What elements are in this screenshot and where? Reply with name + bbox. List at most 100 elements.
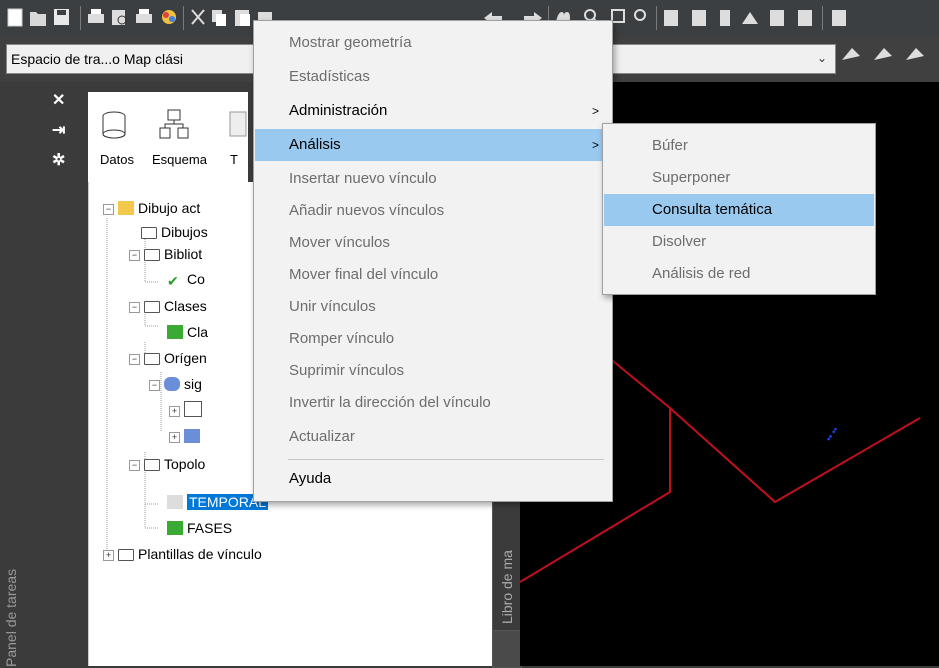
- topology-icon: [167, 495, 183, 509]
- menu-label: Ayuda: [289, 470, 332, 487]
- tree-item-fases[interactable]: FASES: [167, 518, 232, 538]
- preview-icon[interactable]: [112, 10, 127, 25]
- collapse-icon[interactable]: −: [129, 250, 140, 261]
- tab-datos[interactable]: Datos: [100, 152, 134, 167]
- publish-icon[interactable]: [136, 9, 152, 23]
- tree-item-origen[interactable]: − Orígen: [129, 348, 207, 368]
- menu-item-unir-vinculos[interactable]: Unir vínculos: [255, 291, 611, 323]
- print-icon[interactable]: [88, 9, 104, 23]
- tree-item-label: Cla: [187, 324, 209, 340]
- menu-item-estadisticas[interactable]: Estadísticas: [255, 61, 611, 93]
- map-book-tab[interactable]: Libro de ma: [492, 495, 522, 632]
- cut-icon[interactable]: [191, 9, 205, 25]
- paste-icon[interactable]: [235, 10, 250, 26]
- menu-label: Actualizar: [289, 428, 355, 445]
- tree-item-label: Clases: [164, 298, 207, 314]
- tree-item-topolo[interactable]: − Topolo: [129, 454, 205, 474]
- submenu-item-consulta-tematica[interactable]: Consulta temática: [604, 194, 874, 226]
- zoom-window-icon[interactable]: [611, 9, 625, 23]
- menu-item-mover-final[interactable]: Mover final del vínculo: [255, 259, 611, 291]
- submenu-item-analisis-red[interactable]: Análisis de red: [604, 258, 874, 290]
- zoom-previous-icon[interactable]: [634, 9, 646, 21]
- help-icon[interactable]: [832, 10, 846, 26]
- tab-partial[interactable]: T: [230, 152, 238, 167]
- schema-icon: [159, 109, 189, 139]
- submenu-arrow-icon: >: [591, 104, 599, 118]
- new-icon[interactable]: [7, 8, 23, 27]
- tree-root-label: Dibujo act: [138, 200, 201, 216]
- menu-item-ayuda[interactable]: Ayuda: [255, 463, 611, 495]
- tab-icon-partial: [229, 111, 247, 137]
- menu-label: Consulta temática: [652, 201, 773, 218]
- menu-item-anadir-vinculos[interactable]: Añadir nuevos vínculos: [255, 195, 611, 227]
- menu-label: Superponer: [652, 169, 731, 186]
- collapse-icon[interactable]: −: [149, 380, 160, 391]
- lower-tab[interactable]: [492, 630, 522, 668]
- expand-icon[interactable]: +: [103, 550, 114, 561]
- map-annotation: ▪▪ ▪▪: [823, 425, 840, 443]
- design-center-icon[interactable]: [692, 10, 706, 26]
- class-icon: [167, 325, 183, 339]
- tree-item-plantillas[interactable]: + Plantillas de vínculo: [103, 544, 262, 564]
- menu-item-administracion[interactable]: Administración >: [255, 95, 611, 127]
- tree-item-label: Orígen: [164, 350, 207, 366]
- menu-item-suprimir-vinculos[interactable]: Suprimir vínculos: [255, 355, 611, 387]
- menu-label: Administración: [289, 102, 388, 119]
- tree-item-label: Plantillas de vínculo: [138, 546, 262, 562]
- expand-icon[interactable]: +: [169, 432, 180, 443]
- menu-label: Insertar nuevo vínculo: [289, 170, 437, 187]
- tool-palettes-icon[interactable]: [720, 10, 730, 26]
- folder-icon: [118, 549, 134, 561]
- menu-item-actualizar[interactable]: Actualizar: [255, 421, 611, 453]
- palette-label: Panel de tareas: [3, 568, 19, 667]
- properties-icon[interactable]: [664, 10, 678, 26]
- tree-item-view[interactable]: +: [169, 426, 204, 446]
- layer-state-icon[interactable]: [874, 48, 892, 60]
- query-check-icon: ✔: [167, 273, 179, 289]
- menu-item-insertar-vinculo[interactable]: Insertar nuevo vínculo: [255, 163, 611, 195]
- tree-item-clases[interactable]: − Clases: [129, 296, 207, 316]
- collapse-icon[interactable]: −: [129, 302, 140, 313]
- tree-item-bibliot[interactable]: − Bibliot: [129, 244, 202, 264]
- map-book-label: Libro de ma: [499, 550, 515, 624]
- tree-item-table[interactable]: +: [169, 400, 206, 420]
- menu-item-mostrar-geometria[interactable]: Mostrar geometría: [255, 27, 611, 59]
- palette-controls: ✕ ⇥ ✲: [37, 82, 85, 666]
- tree-item-cla[interactable]: Cla: [167, 322, 208, 342]
- database-icon: [102, 111, 126, 139]
- tab-esquema[interactable]: Esquema: [152, 152, 207, 167]
- open-icon[interactable]: [30, 12, 46, 26]
- submenu-arrow-icon: >: [591, 138, 599, 152]
- markup-icon[interactable]: [742, 12, 758, 24]
- submenu-item-superponer[interactable]: Superponer: [604, 162, 874, 194]
- calculator-icon[interactable]: [770, 10, 784, 26]
- close-icon[interactable]: ✕: [52, 90, 65, 110]
- copy-icon[interactable]: [212, 10, 226, 26]
- sheet-icon[interactable]: [798, 10, 812, 26]
- menu-item-invertir-direccion[interactable]: Invertir la dirección del vínculo: [255, 387, 611, 419]
- tree-item-sig[interactable]: − sig: [149, 374, 202, 394]
- layer-icon[interactable]: [842, 48, 860, 60]
- collapse-icon[interactable]: −: [129, 460, 140, 471]
- tree-item-label: Co: [187, 271, 205, 287]
- collapse-icon[interactable]: −: [129, 354, 140, 365]
- expand-icon[interactable]: +: [169, 406, 180, 417]
- collapse-icon[interactable]: −: [103, 204, 114, 215]
- properties-gear-icon[interactable]: ✲: [52, 150, 65, 170]
- menu-item-romper-vinculo[interactable]: Romper vínculo: [255, 323, 611, 355]
- submenu-item-disolver[interactable]: Disolver: [604, 226, 874, 258]
- tree-item-co[interactable]: ✔ Co: [167, 269, 205, 289]
- tree-root[interactable]: − Dibujo act: [103, 198, 200, 218]
- tree-item-label: sig: [184, 376, 202, 392]
- submenu-item-bufer[interactable]: Búfer: [604, 130, 874, 162]
- render-icon[interactable]: [162, 10, 176, 24]
- layer-previous-icon[interactable]: [906, 48, 924, 60]
- menu-label: Mostrar geometría: [289, 34, 412, 51]
- menu-item-mover-vinculos[interactable]: Mover vínculos: [255, 227, 611, 259]
- task-pane-tabs: Datos Esquema T: [88, 92, 248, 182]
- tree-item-dibujos[interactable]: Dibujos: [141, 222, 208, 242]
- auto-hide-icon[interactable]: ⇥: [52, 120, 65, 140]
- menu-item-analisis[interactable]: Análisis >: [255, 129, 611, 161]
- menu-label: Análisis de red: [652, 265, 751, 282]
- save-icon[interactable]: [54, 9, 69, 25]
